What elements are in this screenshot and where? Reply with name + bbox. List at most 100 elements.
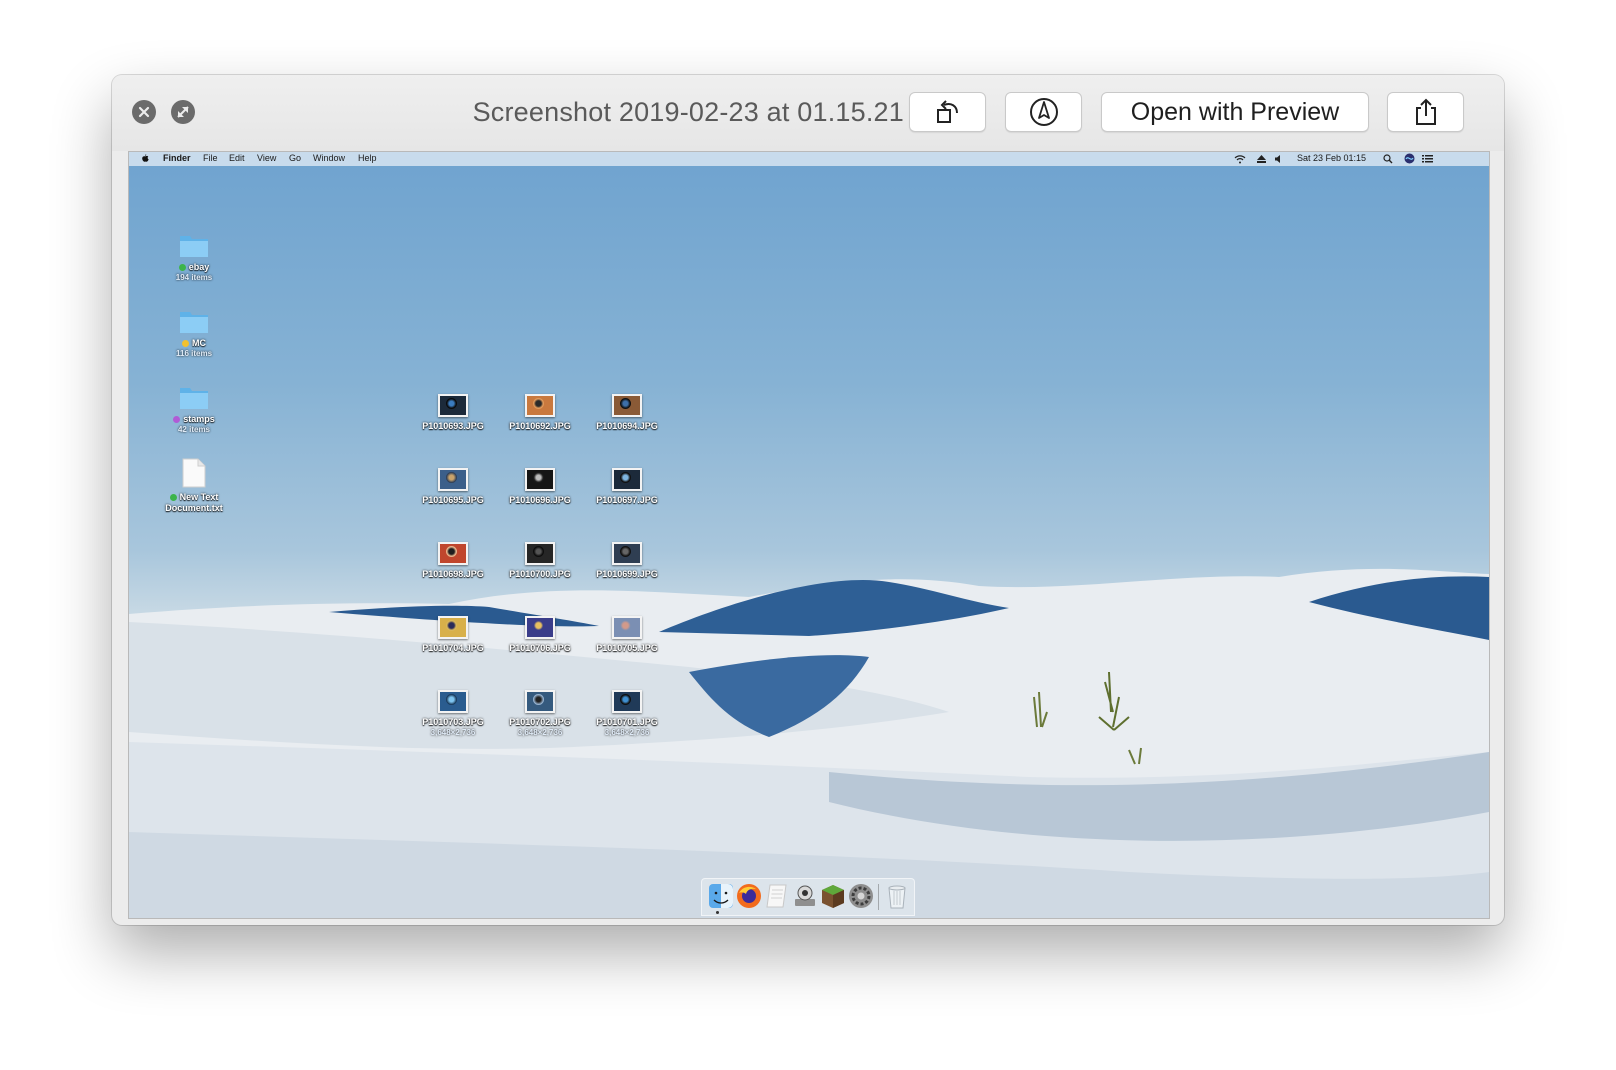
photo-thumbnail xyxy=(438,468,468,491)
desktop-item-count: 194 items xyxy=(175,273,213,282)
menu-file[interactable]: File xyxy=(203,153,218,163)
text-document-icon xyxy=(182,458,206,488)
minecraft-icon[interactable] xyxy=(820,883,846,909)
photo-dimensions: 3,648×2,736 xyxy=(517,728,563,737)
photo-filename: P1010694.JPG xyxy=(596,421,658,431)
photo-dimensions: 3,648×2,736 xyxy=(430,728,476,737)
desktop-photo[interactable]: P1010692.JPG xyxy=(494,394,586,432)
photo-filename: P1010697.JPG xyxy=(596,495,658,505)
photo-thumbnail xyxy=(612,468,642,491)
dock xyxy=(701,878,915,916)
photo-filename: P1010703.JPG xyxy=(422,717,484,727)
volume-icon[interactable] xyxy=(1274,154,1284,164)
desktop-photo[interactable]: P1010701.JPG 3,648×2,736 xyxy=(581,690,673,738)
photo-filename: P1010705.JPG xyxy=(596,643,658,653)
photo-filename: P1010693.JPG xyxy=(422,421,484,431)
close-button[interactable] xyxy=(132,100,156,124)
siri-icon[interactable] xyxy=(1404,153,1415,164)
photo-filename: P1010706.JPG xyxy=(509,643,571,653)
desert-wallpaper xyxy=(129,568,1489,918)
photo-filename: P1010695.JPG xyxy=(422,495,484,505)
title-bar: Screenshot 2019-02-23 at 01.15.21 Open w… xyxy=(112,75,1504,151)
textedit-icon[interactable] xyxy=(764,883,790,909)
desktop-photo[interactable]: P1010705.JPG xyxy=(581,616,673,654)
menu-finder[interactable]: Finder xyxy=(163,153,191,163)
apple-menu-icon[interactable] xyxy=(141,154,150,164)
menu-go[interactable]: Go xyxy=(289,153,301,163)
wifi-icon[interactable] xyxy=(1234,154,1246,164)
photo-filename: P1010692.JPG xyxy=(509,421,571,431)
folder-icon xyxy=(180,236,208,257)
desktop-item-count: 116 items xyxy=(175,349,213,358)
markup-button[interactable] xyxy=(1005,92,1082,132)
spotlight-search-icon[interactable] xyxy=(1383,154,1393,164)
photo-filename: P1010704.JPG xyxy=(422,643,484,653)
eject-icon[interactable] xyxy=(1257,155,1266,163)
photo-thumbnail xyxy=(612,542,642,565)
desktop-photo[interactable]: P1010702.JPG 3,648×2,736 xyxy=(494,690,586,738)
open-with-preview-label: Open with Preview xyxy=(1130,97,1340,126)
folder-icon xyxy=(180,388,208,409)
trash-icon[interactable] xyxy=(884,883,910,909)
tag-dot xyxy=(169,494,177,501)
photo-thumbnail xyxy=(438,690,468,713)
desktop-photo[interactable]: P1010704.JPG xyxy=(407,616,499,654)
desktop-photo[interactable]: P1010698.JPG xyxy=(407,542,499,580)
tag-dot xyxy=(178,264,186,271)
desktop-item-count: 42 items xyxy=(177,425,211,434)
menu-help[interactable]: Help xyxy=(358,153,377,163)
rotate-button[interactable] xyxy=(909,92,986,132)
photo-thumbnail xyxy=(525,542,555,565)
desktop-folder-mc[interactable]: MC 116 items xyxy=(148,308,240,359)
finder-icon[interactable] xyxy=(708,883,734,909)
tag-dot xyxy=(182,340,189,347)
photo-thumbnail xyxy=(525,616,555,639)
desktop-photo[interactable]: P1010697.JPG xyxy=(581,468,673,506)
open-with-preview-button[interactable]: Open with Preview xyxy=(1101,92,1369,132)
menu-view[interactable]: View xyxy=(257,153,276,163)
desktop-photo[interactable]: P1010694.JPG xyxy=(581,394,673,432)
window-title: Screenshot 2019-02-23 at 01.15.21 xyxy=(472,97,904,127)
fullscreen-icon xyxy=(177,106,189,118)
photo-thumbnail xyxy=(525,468,555,491)
tag-dot xyxy=(173,416,181,423)
photo-filename: P1010702.JPG xyxy=(509,717,571,727)
desktop-folder-ebay[interactable]: ebay 194 items xyxy=(148,232,240,283)
folder-icon xyxy=(180,312,208,333)
photo-thumbnail xyxy=(612,690,642,713)
desktop-photo[interactable]: P1010700.JPG xyxy=(494,542,586,580)
running-indicator xyxy=(716,911,719,914)
dock-separator xyxy=(878,884,879,910)
desktop-photo[interactable]: P1010695.JPG xyxy=(407,468,499,506)
photo-thumbnail xyxy=(612,394,642,417)
menu-edit[interactable]: Edit xyxy=(229,153,245,163)
desktop-folder-stamps[interactable]: stamps 42 items xyxy=(148,384,240,435)
quick-look-window: Screenshot 2019-02-23 at 01.15.21 Open w… xyxy=(112,75,1504,925)
firefox-icon[interactable] xyxy=(736,883,762,909)
desktop-photo[interactable]: P1010696.JPG xyxy=(494,468,586,506)
photo-thumbnail xyxy=(525,394,555,417)
desktop-photo[interactable]: P1010703.JPG 3,648×2,736 xyxy=(407,690,499,738)
utility-icon[interactable] xyxy=(792,883,818,909)
menu-window[interactable]: Window xyxy=(313,153,345,163)
desktop-file-new-text-document[interactable]: New Text Document.txt xyxy=(148,458,240,514)
photo-filename: P1010701.JPG xyxy=(596,717,658,727)
rotate-left-icon xyxy=(936,100,958,123)
menubar-clock[interactable]: Sat 23 Feb 01:15 xyxy=(1297,153,1366,163)
close-icon xyxy=(138,106,150,118)
photo-thumbnail xyxy=(438,542,468,565)
fullscreen-button[interactable] xyxy=(171,100,195,124)
desktop-photo[interactable]: P1010706.JPG xyxy=(494,616,586,654)
desktop-item-label: stamps xyxy=(183,414,215,424)
desktop-photo[interactable]: P1010699.JPG xyxy=(581,542,673,580)
photo-thumbnail xyxy=(612,616,642,639)
photo-filename: P1010700.JPG xyxy=(509,569,571,579)
markup-pen-icon xyxy=(1029,98,1058,126)
desktop-photo[interactable]: P1010693.JPG xyxy=(407,394,499,432)
desktop-item-label: ebay xyxy=(188,262,210,272)
system-preferences-icon[interactable] xyxy=(848,883,874,909)
share-icon xyxy=(1415,98,1436,125)
share-button[interactable] xyxy=(1387,92,1464,132)
notification-center-icon[interactable] xyxy=(1422,155,1433,163)
screenshot-preview: Finder File Edit View Go Window Help Sat… xyxy=(128,151,1490,919)
